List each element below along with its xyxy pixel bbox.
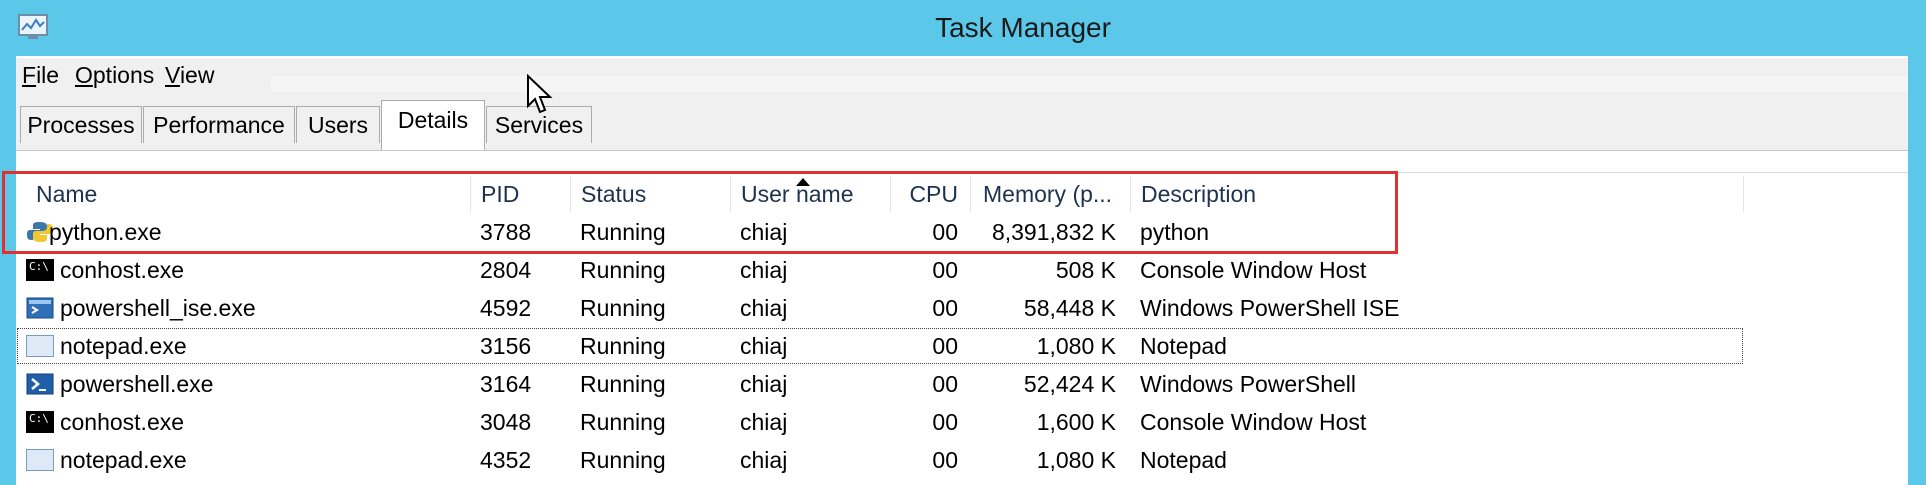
- process-memory: 1,080 K: [1036, 447, 1116, 473]
- process-name: conhost.exe: [60, 257, 185, 283]
- process-cpu: 00: [932, 409, 958, 435]
- menu-file[interactable]: File: [22, 62, 59, 89]
- process-status: Running: [580, 219, 666, 245]
- process-pid: 3156: [480, 333, 532, 359]
- process-status: Running: [580, 447, 666, 473]
- process-memory: 508 K: [1055, 257, 1116, 283]
- process-name: notepad.exe: [60, 447, 187, 473]
- process-memory: 1,600 K: [1036, 409, 1116, 435]
- process-memory: 1,080 K: [1036, 333, 1116, 359]
- process-memory: 58,448 K: [1023, 295, 1116, 321]
- window-frame-left: [0, 56, 16, 485]
- console-icon: C:\: [26, 259, 54, 281]
- process-description: Windows PowerShell ISE: [1140, 295, 1400, 321]
- column-header-row: Name PID Status User name CPU Memory (p.…: [16, 176, 1744, 212]
- column-header-user-name[interactable]: User name: [731, 176, 891, 212]
- process-cpu: 00: [932, 371, 958, 397]
- tab-strip: Processes Performance Users Details Serv…: [16, 94, 1908, 151]
- process-pid: 3164: [480, 371, 532, 397]
- process-cpu: 00: [932, 333, 958, 359]
- process-description: Notepad: [1140, 447, 1227, 473]
- tab-users[interactable]: Users: [296, 106, 380, 143]
- table-row[interactable]: notepad.exe 3156 Running chiaj 00 1,080 …: [16, 327, 1744, 365]
- powershell-ise-icon: [26, 297, 54, 319]
- process-name: notepad.exe: [60, 333, 187, 359]
- console-icon: C:\: [26, 411, 54, 433]
- process-name: powershell_ise.exe: [60, 295, 256, 321]
- process-cpu: 00: [932, 257, 958, 283]
- process-user: chiaj: [740, 409, 788, 435]
- column-header-status[interactable]: Status: [571, 176, 731, 212]
- process-description: Windows PowerShell: [1140, 371, 1357, 397]
- tab-performance[interactable]: Performance: [143, 106, 295, 143]
- process-status: Running: [580, 333, 666, 359]
- process-user: chiaj: [740, 257, 788, 283]
- tab-processes[interactable]: Processes: [20, 106, 142, 143]
- menu-bar: File Options View: [16, 58, 1908, 94]
- process-description: Notepad: [1140, 333, 1227, 359]
- process-status: Running: [580, 295, 666, 321]
- process-description: Console Window Host: [1140, 409, 1367, 435]
- process-memory: 8,391,832 K: [991, 219, 1116, 245]
- mouse-cursor-icon: [527, 74, 553, 114]
- process-pid: 4592: [480, 295, 532, 321]
- process-name: powershell.exe: [60, 371, 214, 397]
- process-cpu: 00: [932, 219, 958, 245]
- process-pid: 3788: [480, 219, 532, 245]
- column-header-name[interactable]: Name: [16, 176, 471, 212]
- process-pid: 2804: [480, 257, 532, 283]
- table-row[interactable]: python.exe 3788 Running chiaj 00 8,391,8…: [16, 213, 1744, 251]
- process-description: python: [1140, 219, 1210, 245]
- column-header-memory[interactable]: Memory (p...: [971, 176, 1131, 212]
- table-row[interactable]: C:\ conhost.exe 3048 Running chiaj 00 1,…: [16, 403, 1744, 441]
- title-bar[interactable]: Task Manager: [0, 0, 1926, 56]
- process-pid: 3048: [480, 409, 532, 435]
- process-user: chiaj: [740, 295, 788, 321]
- window-title: Task Manager: [935, 12, 1111, 43]
- process-name: conhost.exe: [60, 409, 185, 435]
- window-frame-right: [1908, 56, 1926, 485]
- notepad-icon: [26, 335, 54, 357]
- tab-details[interactable]: Details: [381, 100, 485, 150]
- process-status: Running: [580, 371, 666, 397]
- process-name: python.exe: [49, 219, 162, 245]
- process-cpu: 00: [932, 295, 958, 321]
- process-status: Running: [580, 257, 666, 283]
- column-header-description[interactable]: Description: [1131, 176, 1744, 212]
- table-row[interactable]: powershell_ise.exe 4592 Running chiaj 00…: [16, 289, 1744, 327]
- process-user: chiaj: [740, 371, 788, 397]
- process-user: chiaj: [740, 447, 788, 473]
- column-header-pid[interactable]: PID: [471, 176, 571, 212]
- notepad-icon: [26, 449, 54, 471]
- process-status: Running: [580, 409, 666, 435]
- sort-ascending-icon: [796, 178, 810, 186]
- process-user: chiaj: [740, 333, 788, 359]
- powershell-icon: [26, 373, 54, 395]
- menu-view[interactable]: View: [165, 62, 214, 89]
- process-description: Console Window Host: [1140, 257, 1367, 283]
- process-memory: 52,424 K: [1023, 371, 1116, 397]
- table-row[interactable]: notepad.exe 4352 Running chiaj 00 1,080 …: [16, 441, 1744, 479]
- process-user: chiaj: [740, 219, 788, 245]
- menu-options[interactable]: Options: [75, 62, 154, 89]
- table-row[interactable]: powershell.exe 3164 Running chiaj 00 52,…: [16, 365, 1744, 403]
- column-header-cpu[interactable]: CPU: [891, 176, 971, 212]
- process-cpu: 00: [932, 447, 958, 473]
- table-row[interactable]: C:\ conhost.exe 2804 Running chiaj 00 50…: [16, 251, 1744, 289]
- process-pid: 4352: [480, 447, 532, 473]
